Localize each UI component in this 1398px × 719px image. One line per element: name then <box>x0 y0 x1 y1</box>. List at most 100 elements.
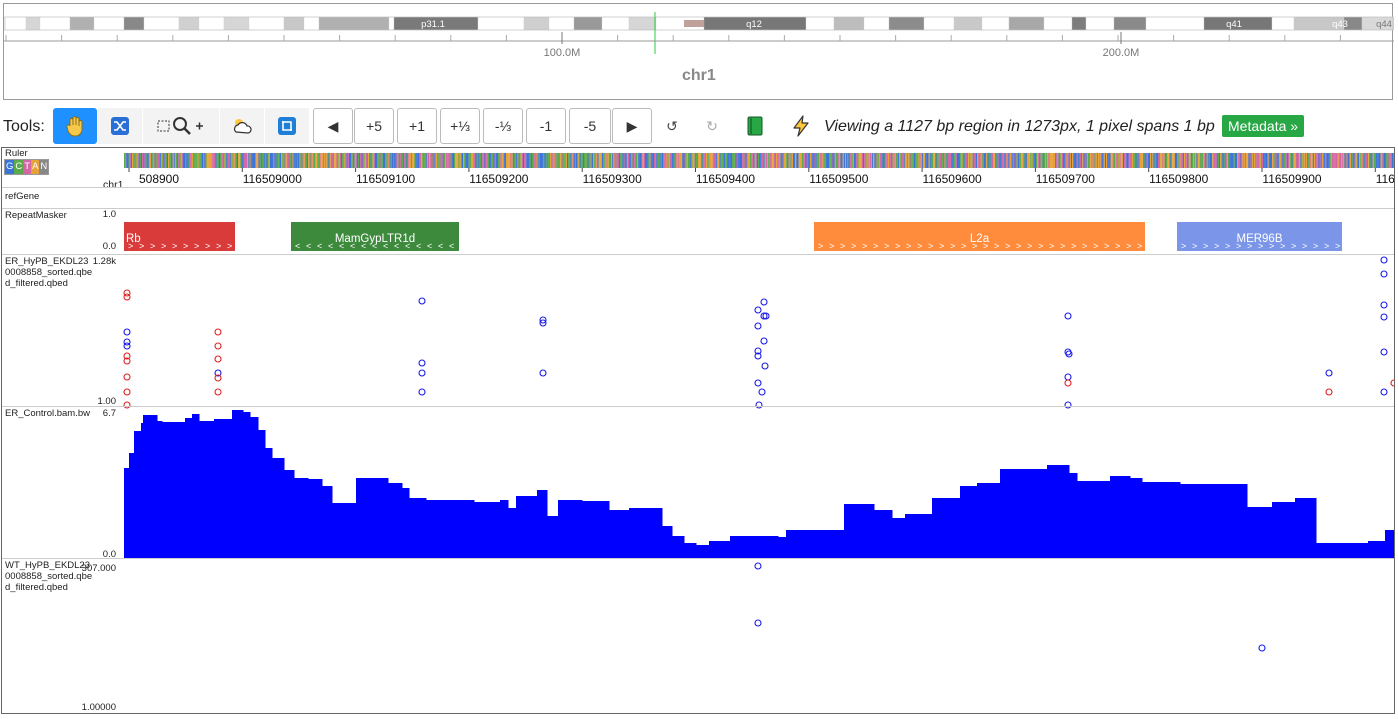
er-control-bars[interactable] <box>124 410 1394 558</box>
sequence-base <box>1305 153 1308 168</box>
data-point <box>418 359 426 367</box>
sequence-base <box>624 153 626 168</box>
coverage-bar <box>185 418 193 558</box>
sequence-base <box>443 153 445 168</box>
sequence-base <box>409 153 412 168</box>
zoom-out-1-button[interactable]: -1 <box>526 108 566 144</box>
sequence-base <box>978 153 980 168</box>
sequence-base <box>1240 153 1242 168</box>
sequence-base <box>1017 153 1020 168</box>
tracks-svg[interactable]: 508900 116509000 116509100 116509200 1165093… <box>2 148 1394 713</box>
sequence-base <box>1215 153 1217 168</box>
sequence-base <box>943 153 945 168</box>
pan-left-button[interactable]: ◀ <box>313 108 353 144</box>
sequence-base <box>266 153 268 168</box>
sequence-base <box>750 153 752 168</box>
zoom-select-tool-button[interactable] <box>143 108 219 144</box>
data-point <box>1065 350 1073 358</box>
metadata-button[interactable]: Metadata » <box>1222 115 1305 137</box>
ideogram-band <box>628 16 657 31</box>
ideogram-band <box>303 16 320 31</box>
sequence-base <box>604 153 606 168</box>
zoom-out-5-button[interactable]: -5 <box>569 108 611 144</box>
fetch-button[interactable] <box>784 108 818 144</box>
chromosome-ideogram-panel[interactable]: p31.1 q12 q41 q43 q44 100.0M 200.0M chr1 <box>3 3 1394 101</box>
strand-arrow: > <box>862 241 867 251</box>
repeatmasker-scale-min: 0.0 <box>102 241 116 252</box>
sequence-base <box>1374 153 1377 168</box>
sequence-base <box>555 153 557 168</box>
sequence-base <box>1292 153 1294 168</box>
sequence-base <box>842 153 844 168</box>
sequence-base <box>1301 153 1303 168</box>
sequence-base <box>249 153 251 168</box>
sequence-base <box>227 153 230 168</box>
coverage-bar <box>388 483 403 558</box>
ideogram-svg[interactable]: p31.1 q12 q41 q43 q44 100.0M 200.0M <box>4 4 1394 101</box>
er-hypb-points[interactable] <box>123 256 1394 409</box>
sequence-base <box>912 153 914 168</box>
sequence-base <box>1051 153 1053 168</box>
sequence-base <box>574 153 577 168</box>
sequence-base <box>238 153 240 168</box>
repeat-feature-label: MER96B <box>1236 233 1282 245</box>
sequence-base <box>240 153 242 168</box>
reorder-tool-button[interactable] <box>98 108 142 144</box>
sequence-base <box>803 153 805 168</box>
base-a: A <box>31 160 40 174</box>
sequence-base <box>695 153 697 168</box>
genome-browser-tracks[interactable]: 508900 116509000 116509100 116509200 1165093… <box>1 147 1395 714</box>
sequence-base <box>382 153 384 168</box>
coverage-bar <box>508 508 517 558</box>
sequence-base <box>504 153 507 168</box>
zoom-out-third-button[interactable]: -⅓ <box>483 108 523 144</box>
sequence-base <box>940 153 943 168</box>
strand-arrow: > <box>1302 241 1307 251</box>
sequence-base <box>474 153 476 168</box>
sequence-base <box>954 153 956 168</box>
sequence-base <box>947 153 949 168</box>
sequence-base <box>710 153 712 168</box>
sequence-base <box>627 153 630 168</box>
sequence-base <box>231 153 233 168</box>
sequence-base <box>811 153 813 168</box>
sequence-base <box>621 153 623 168</box>
sequence-base <box>999 153 1001 168</box>
sequence-base <box>742 153 744 168</box>
notebook-button[interactable] <box>738 108 772 144</box>
pan-right-button[interactable]: ▶ <box>612 108 652 144</box>
sequence-base <box>446 153 448 168</box>
wt-hypb-points[interactable] <box>754 562 1266 652</box>
sequence-base <box>570 153 572 168</box>
sequence-base <box>1043 153 1046 168</box>
sequence-base <box>678 153 681 168</box>
sequence-base <box>660 153 662 168</box>
sequence-base <box>633 153 635 168</box>
sequence-base <box>911 153 913 168</box>
highlight-tool-button[interactable] <box>220 108 264 144</box>
sequence-base <box>537 153 539 168</box>
sequence-base <box>1250 153 1252 168</box>
undo-button[interactable]: ↺ <box>656 108 688 144</box>
repeatmasker-features[interactable]: > > > > > > > > > >Rb< < < < < < < < < < < < < < <MamGypLTR1d> >… <box>124 222 1342 251</box>
coverage-bar <box>356 478 389 558</box>
sequence-base <box>467 153 469 168</box>
sequence-base <box>452 153 455 168</box>
sequence-base <box>321 153 323 168</box>
drag-tool-button[interactable] <box>53 108 97 144</box>
zoom-in-1-button[interactable]: +1 <box>397 108 437 144</box>
sequence-base <box>725 153 727 168</box>
sequence-base <box>1298 153 1300 168</box>
sequence-base <box>159 153 161 168</box>
sequence-base <box>1148 153 1151 168</box>
sequence-base <box>342 153 344 168</box>
reset-tool-button[interactable] <box>265 108 309 144</box>
sequence-base <box>770 153 772 168</box>
redo-button[interactable]: ↻ <box>696 108 728 144</box>
zoom-in-third-button[interactable]: +⅓ <box>440 108 480 144</box>
coverage-bar <box>977 483 1001 558</box>
sequence-base <box>562 153 564 168</box>
zoom-in-5-button[interactable]: +5 <box>354 108 394 144</box>
sequence-base <box>655 153 657 168</box>
sequence-base <box>879 153 882 168</box>
